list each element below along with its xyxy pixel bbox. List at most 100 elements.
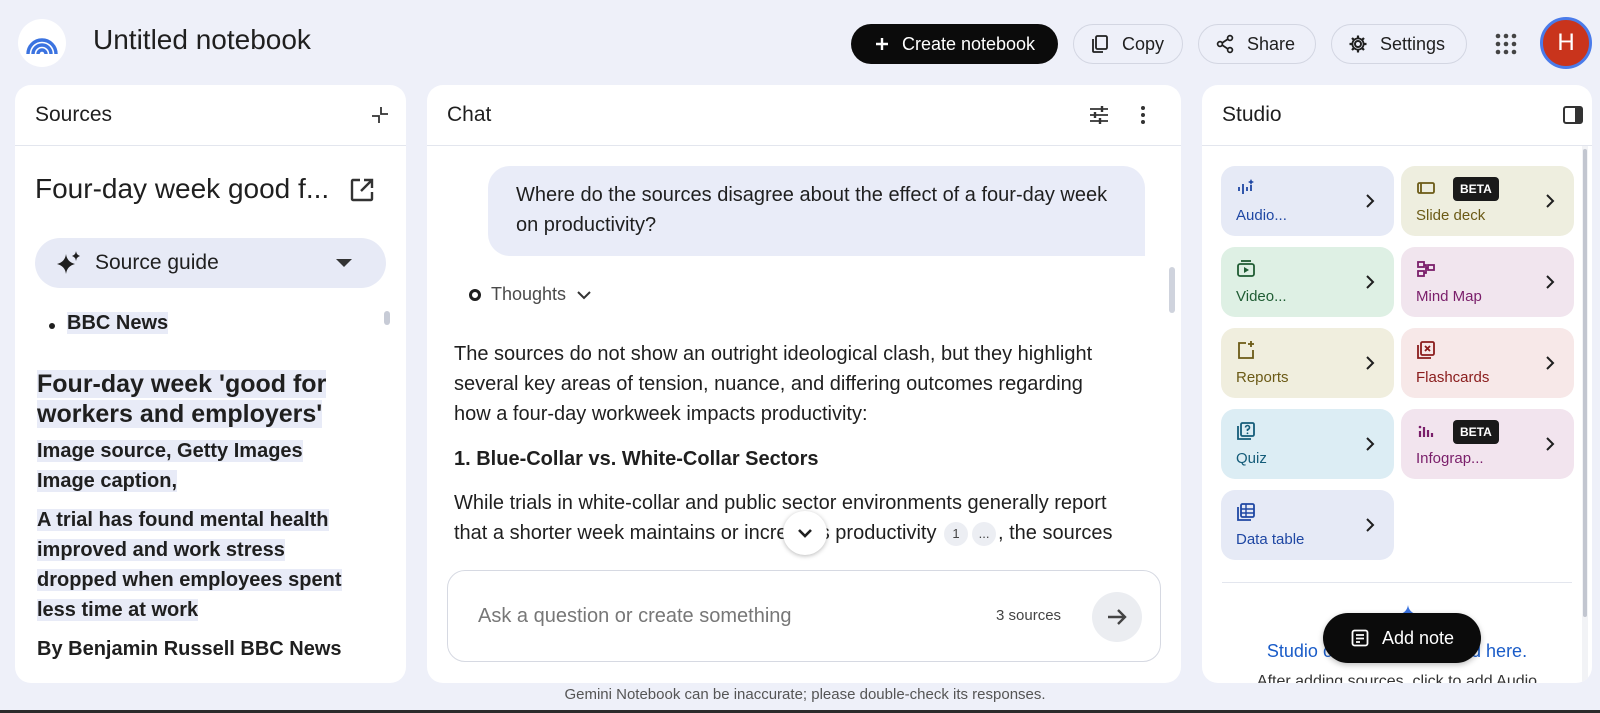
studio-tile-label: Data table — [1236, 531, 1305, 548]
notebook-title[interactable]: Untitled notebook — [93, 24, 311, 56]
app-logo[interactable] — [18, 19, 66, 67]
chevron-right-icon — [1366, 437, 1375, 451]
source-guide-label: Source guide — [95, 251, 219, 274]
image-caption-line: Image caption, — [37, 466, 337, 496]
copy-button[interactable]: Copy — [1073, 24, 1183, 64]
studio-tile-audio[interactable]: Audio... — [1221, 166, 1394, 236]
note-icon — [1351, 629, 1369, 647]
image-caption-text: Image caption, — [37, 470, 178, 492]
source-byline-text: By Benjamin Russell BBC News — [37, 638, 342, 660]
studio-title: Studio — [1222, 103, 1282, 126]
sources-title: Sources — [35, 103, 113, 126]
source-title: Four-day week good f... — [35, 173, 330, 204]
sources-header: Sources — [15, 85, 406, 146]
arrow-right-icon — [1108, 609, 1127, 625]
quiz-icon — [1237, 422, 1255, 440]
settings-button[interactable]: Settings — [1331, 24, 1467, 64]
thoughts-icon — [469, 288, 481, 301]
chat-header: Chat — [427, 85, 1181, 146]
scroll-to-bottom-button[interactable] — [783, 511, 827, 555]
add-note-button[interactable]: Add note — [1323, 613, 1481, 663]
studio-divider — [1222, 582, 1572, 583]
studio-tile-label: Mind Map — [1416, 288, 1482, 305]
studio-tile-data-table[interactable]: Data table — [1221, 490, 1394, 560]
thoughts-toggle[interactable]: Thoughts — [469, 284, 592, 305]
plus-icon — [875, 38, 888, 50]
studio-tile-label: Flashcards — [1416, 369, 1490, 386]
studio-tile-label: Quiz — [1236, 450, 1267, 467]
source-count: 3 sources — [996, 607, 1062, 624]
studio-tile-infographic[interactable]: BETA Infograp... — [1401, 409, 1574, 479]
studio-tile-reports[interactable]: Reports — [1221, 328, 1394, 398]
chat-input-box: 3 sources — [447, 570, 1161, 662]
chevron-right-icon — [1366, 356, 1375, 370]
studio-panel: Studio Audio... BETA Slide deck Video...… — [1202, 85, 1592, 683]
beta-badge: BETA — [1453, 420, 1499, 444]
studio-scrollbar[interactable] — [1583, 149, 1587, 617]
sources-scrollbar[interactable] — [384, 311, 390, 325]
sources-panel: Sources Four-day week good f... Source g… — [15, 85, 406, 683]
source-summary-text: A trial has found mental health improved… — [37, 509, 342, 621]
image-source-text: Image source, Getty Images — [37, 440, 303, 462]
dock-panel-icon[interactable] — [1562, 104, 1584, 126]
chevron-down-icon — [577, 290, 591, 299]
audio-waveform-icon — [1238, 179, 1254, 194]
studio-tile-label: Video... — [1236, 288, 1287, 305]
copy-label: Copy — [1122, 33, 1165, 54]
chat-scrollbar[interactable] — [1169, 267, 1175, 313]
copy-icon — [1092, 35, 1108, 53]
flashcards-icon — [1417, 341, 1435, 359]
tune-icon[interactable] — [1087, 103, 1111, 127]
thoughts-label: Thoughts — [491, 284, 567, 304]
apps-grid-icon[interactable] — [1494, 32, 1518, 56]
slides-icon — [1417, 182, 1435, 194]
source-summary: A trial has found mental health improved… — [37, 505, 367, 625]
sparkle-icon — [55, 249, 83, 277]
dropdown-caret-icon — [336, 259, 352, 267]
answer-section-heading: 1. Blue-Collar vs. White-Collar Sectors — [454, 448, 819, 470]
studio-tile-quiz[interactable]: Quiz — [1221, 409, 1394, 479]
source-headline-text: Four-day week 'good for workers and empl… — [37, 370, 327, 428]
studio-tile-flashcards[interactable]: Flashcards — [1401, 328, 1574, 398]
studio-tile-label: Audio... — [1236, 207, 1287, 224]
chat-panel: Chat Where do the sources disagree about… — [427, 85, 1181, 683]
citation-chip[interactable]: 1 — [944, 521, 969, 546]
settings-label: Settings — [1380, 33, 1446, 54]
chat-title: Chat — [447, 103, 492, 126]
send-button[interactable] — [1092, 592, 1142, 642]
gear-icon — [1349, 35, 1367, 53]
create-notebook-button[interactable]: Create notebook — [851, 24, 1058, 64]
studio-tile-mind-map[interactable]: Mind Map — [1401, 247, 1574, 317]
chat-input[interactable] — [478, 599, 958, 633]
studio-header: Studio — [1202, 85, 1592, 146]
infographic-icon — [1418, 425, 1434, 437]
beta-badge: BETA — [1453, 177, 1499, 201]
open-in-new-icon[interactable] — [348, 176, 376, 204]
more-vert-icon[interactable] — [1131, 103, 1155, 127]
chevron-right-icon — [1366, 194, 1375, 208]
chevron-right-icon — [1366, 518, 1375, 532]
studio-empty-subtext: After adding sources, click to add Audio — [1256, 673, 1538, 683]
top-header: Untitled notebook Create notebook Copy S… — [0, 0, 1600, 84]
studio-tile-video[interactable]: Video... — [1221, 247, 1394, 317]
citation-more-chip[interactable]: ... — [972, 521, 997, 546]
notebook-logo-icon — [26, 38, 58, 55]
create-notebook-label: Create notebook — [901, 33, 1036, 54]
collapse-panel-icon[interactable] — [370, 105, 390, 125]
studio-tile-slide-deck[interactable]: BETA Slide deck — [1401, 166, 1574, 236]
source-bullet-text: BBC News — [67, 312, 169, 334]
chevron-right-icon — [1546, 437, 1555, 451]
chevron-right-icon — [1366, 275, 1375, 289]
studio-tile-label: Slide deck — [1416, 207, 1486, 224]
user-avatar[interactable]: H — [1540, 17, 1592, 69]
reports-icon — [1238, 341, 1254, 359]
source-guide-toggle[interactable]: Source guide — [35, 238, 386, 288]
bullet-icon — [49, 323, 55, 329]
share-button[interactable]: Share — [1198, 24, 1316, 64]
video-icon — [1237, 260, 1255, 277]
share-icon — [1216, 34, 1234, 54]
add-note-label: Add note — [1381, 627, 1455, 648]
answer-intro: The sources do not show an outright ideo… — [454, 343, 1093, 425]
chevron-right-icon — [1546, 194, 1555, 208]
source-bullet-item: BBC News — [67, 312, 169, 335]
